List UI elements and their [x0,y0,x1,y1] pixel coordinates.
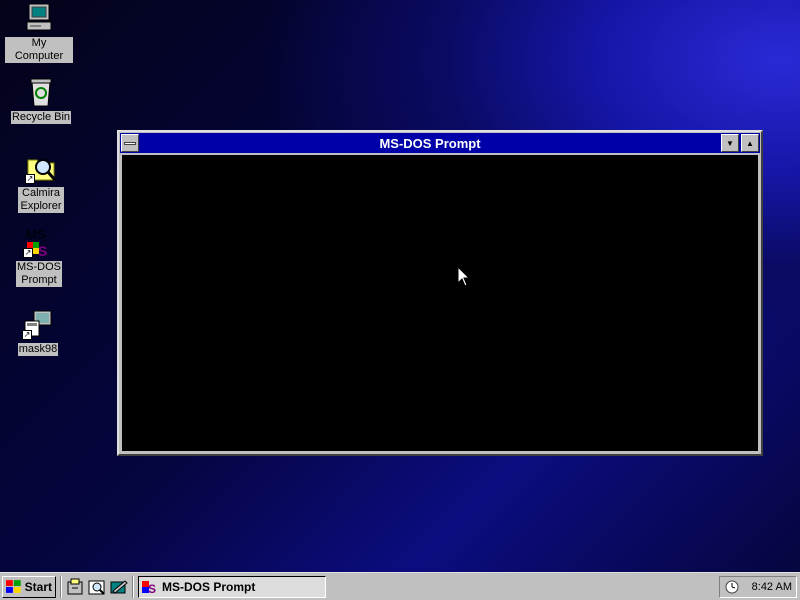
windows-logo-icon [6,579,21,593]
show-desktop-icon[interactable] [110,578,128,596]
ms-dos-window[interactable]: MS-DOS Prompt ▼ ▲ [117,130,763,456]
shortcut-arrow-icon: ↗ [23,248,33,258]
triangle-down-icon: ▼ [726,138,734,148]
svg-text:MS: MS [26,227,46,242]
system-menu-icon [124,141,136,145]
taskbar-button-label: MS-DOS Prompt [162,579,256,594]
desktop-icon-label: My Computer [5,37,73,63]
maximize-button[interactable]: ▲ [741,134,759,152]
desktop-icon-label: mask98 [17,343,59,356]
system-tray: 8:42 AM [719,576,797,598]
taskbar-button-ms-dos-prompt[interactable]: S MS-DOS Prompt [138,575,326,598]
minimize-button[interactable]: ▼ [721,134,739,152]
file-cabinet-icon[interactable] [66,578,84,596]
recycle-bin-icon [25,76,57,108]
desktop-icon-label: Calmira Explorer [18,187,64,213]
svg-text:S: S [148,582,156,595]
taskbar-separator [132,575,134,598]
quick-launch [66,578,128,596]
desktop-icon-mask98[interactable]: ↗ mask98 [3,308,73,356]
mouse-pointer-icon [458,267,470,287]
desktop-icon-label: Recycle Bin [10,111,72,124]
taskbar: Start S MS-DOS Prompt 8:42 AM [0,572,800,600]
desktop-icon-my-computer[interactable]: My Computer [4,2,74,63]
start-button[interactable]: Start [2,575,56,598]
svg-text:S: S [38,243,47,258]
mask98-icon: ↗ [22,308,54,340]
desktop-icon-ms-dos-prompt[interactable]: MS S ↗ MS-DOS Prompt [4,226,74,287]
calmira-explorer-icon: ↗ [25,152,57,184]
my-computer-icon [23,2,55,34]
window-title: MS-DOS Prompt [379,135,481,151]
ms-dos-icon: MS S ↗ [23,226,55,259]
window-titlebar[interactable]: MS-DOS Prompt ▼ ▲ [120,133,760,153]
start-label: Start [24,579,52,594]
scheduler-icon[interactable] [724,579,740,595]
desktop-icon-recycle-bin[interactable]: Recycle Bin [6,76,76,124]
desktop: My Computer Recycle Bin ↗ Calmira Explor… [0,0,800,572]
explorer-icon[interactable] [88,578,106,596]
system-menu-button[interactable] [121,134,139,152]
ms-dos-small-icon: S [142,580,156,595]
console-area[interactable] [122,155,758,451]
shortcut-arrow-icon: ↗ [25,174,35,184]
shortcut-arrow-icon: ↗ [22,330,32,340]
taskbar-separator [60,575,62,598]
desktop-icon-calmira-explorer[interactable]: ↗ Calmira Explorer [6,152,76,213]
desktop-icon-label: MS-DOS Prompt [16,261,62,287]
triangle-up-icon: ▲ [746,138,754,148]
clock[interactable]: 8:42 AM [752,581,792,593]
